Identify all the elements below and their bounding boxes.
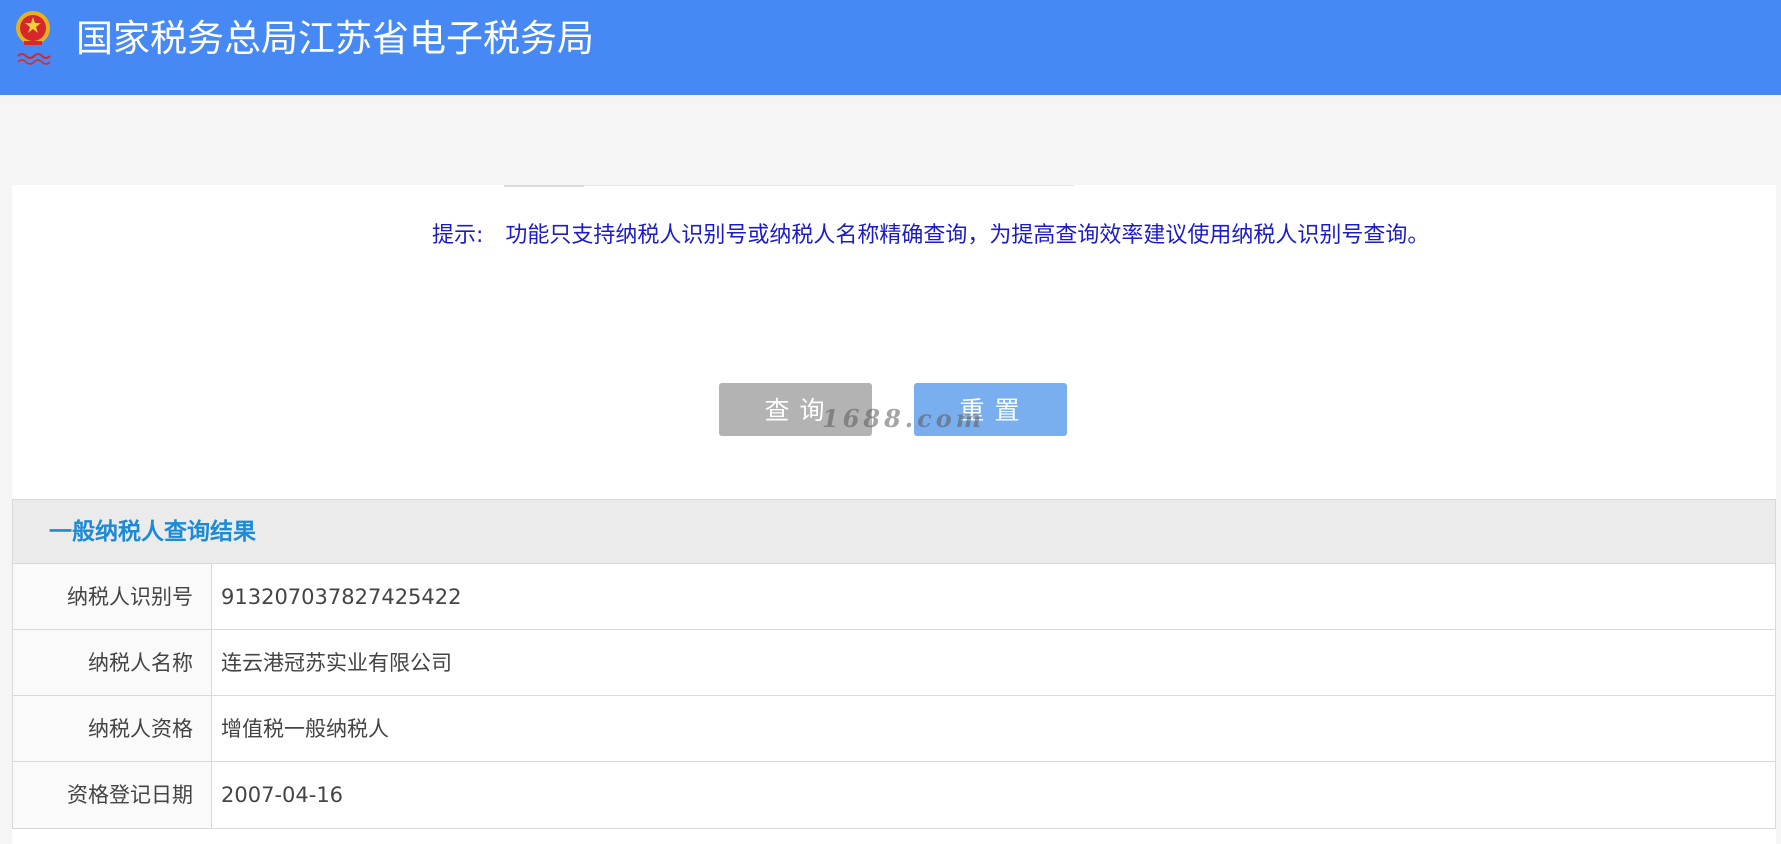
search-panel: 提示: 功能只支持纳税人识别号或纳税人名称精确查询，为提高查询效率建议使用纳税人识… xyxy=(12,185,1776,500)
table-row: 纳税人名称 连云港冠苏实业有限公司 xyxy=(13,630,1775,696)
page-bottom xyxy=(12,829,1776,844)
watermark-logo: 1688.com xyxy=(822,404,986,433)
row-label: 纳税人名称 xyxy=(13,630,212,695)
row-value: 2007-04-16 xyxy=(221,783,344,807)
results-table: 一般纳税人查询结果 纳税人识别号 913207037827425422 纳税人名… xyxy=(12,499,1776,829)
form-top-tab xyxy=(504,185,584,187)
row-label: 纳税人资格 xyxy=(13,696,212,761)
row-value: 增值税一般纳税人 xyxy=(221,717,389,741)
site-header: 国家税务总局江苏省电子税务局 xyxy=(0,0,1781,95)
row-value: 连云港冠苏实业有限公司 xyxy=(221,651,452,675)
table-row: 资格登记日期 2007-04-16 xyxy=(13,762,1775,828)
row-label: 资格登记日期 xyxy=(13,762,212,828)
row-label: 纳税人识别号 xyxy=(13,564,212,629)
results-header: 一般纳税人查询结果 xyxy=(13,500,1775,564)
hint-text: 功能只支持纳税人识别号或纳税人名称精确查询，为提高查询效率建议使用纳税人识别号查… xyxy=(505,223,1430,248)
table-row: 纳税人识别号 913207037827425422 xyxy=(13,564,1775,630)
table-row: 纳税人资格 增值税一般纳税人 xyxy=(13,696,1775,762)
search-hint: 提示: 功能只支持纳税人识别号或纳税人名称精确查询，为提高查询效率建议使用纳税人识… xyxy=(432,221,1429,251)
row-value: 913207037827425422 xyxy=(221,585,462,609)
form-top-divider xyxy=(504,185,1074,186)
national-tax-emblem-icon xyxy=(16,11,51,65)
site-title: 国家税务总局江苏省电子税务局 xyxy=(76,17,594,60)
hint-label: 提示: xyxy=(432,223,484,248)
results-title: 一般纳税人查询结果 xyxy=(49,519,256,545)
